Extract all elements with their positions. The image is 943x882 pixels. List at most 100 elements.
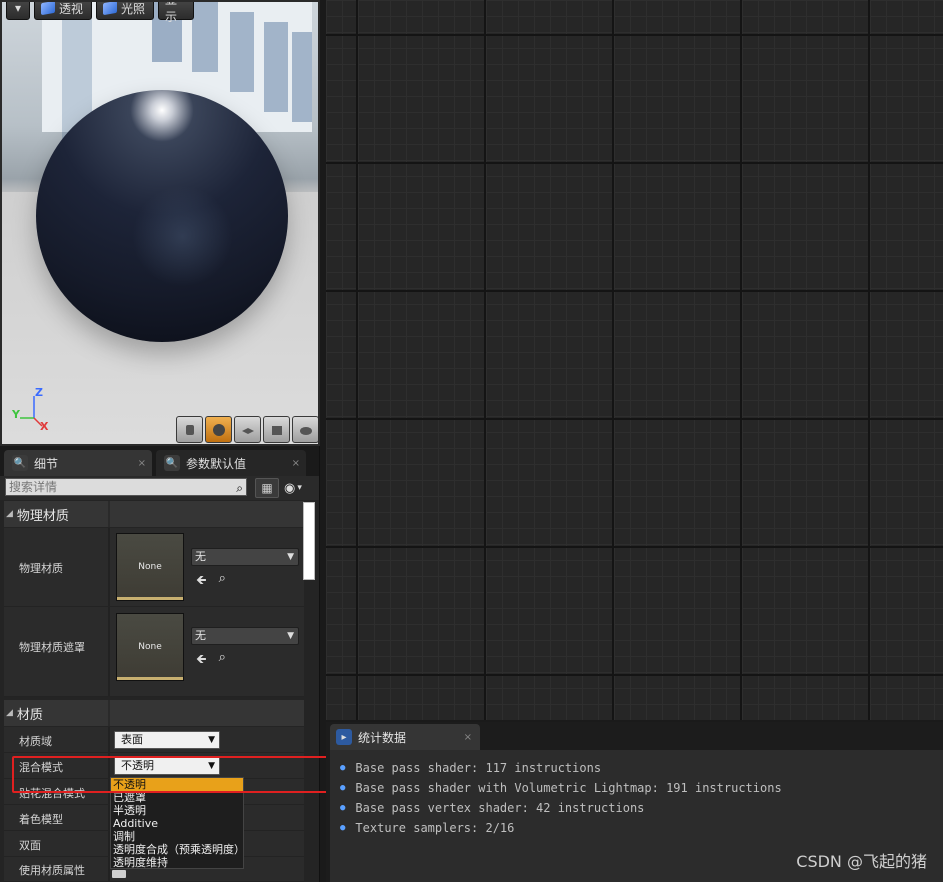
property-label: 使用材质属性 bbox=[19, 864, 85, 877]
asset-action-icons: 🡸 ⌕ bbox=[196, 571, 226, 593]
cylinder-icon bbox=[185, 424, 194, 435]
chevron-down-icon: ▼ bbox=[287, 631, 294, 641]
magnifier-icon: 🔍 bbox=[12, 455, 28, 471]
property-matrix-button[interactable]: ▦ bbox=[255, 478, 279, 498]
property-label: 着色模型 bbox=[19, 813, 63, 826]
property-label: 贴花混合模式 bbox=[19, 787, 85, 800]
stats-panel: ▸ 统计数据 × ● Base pass shader: 117 instruct… bbox=[326, 722, 943, 882]
blend-mode-options-list: 不透明 已遮罩 半透明 Additive 调制 透明度合成（预乘透明度） 透明度… bbox=[110, 777, 245, 869]
chevron-down-icon: ▼ bbox=[208, 761, 215, 771]
chevron-down-icon: ▼ bbox=[208, 735, 215, 745]
cylinder-shape-button[interactable] bbox=[176, 416, 203, 443]
material-preview-viewport[interactable]: ▾ 透视 光照 显示 Z Y X bbox=[0, 0, 320, 446]
lighting-cube-icon bbox=[103, 2, 117, 16]
bullet-icon: ● bbox=[340, 783, 346, 793]
building-window bbox=[230, 12, 254, 92]
blend-mode-dropdown[interactable]: 不透明 ▼ bbox=[114, 757, 220, 775]
building-window bbox=[192, 2, 218, 72]
bullet-icon: ● bbox=[340, 763, 346, 773]
physical-material-combo[interactable]: 无 ▼ bbox=[191, 548, 299, 566]
preview-sphere bbox=[36, 90, 288, 342]
stat-line: ● Base pass shader: 117 instructions bbox=[340, 758, 933, 778]
use-selected-arrow-icon[interactable]: 🡸 bbox=[196, 650, 207, 672]
column-splitter[interactable] bbox=[108, 607, 110, 696]
details-panel: 🔍 细节 × 🔍 参数默认值 × 搜索详情 ⌕ ▦ ◉ ▾ ◢ 物理材质 物理材… bbox=[0, 446, 320, 882]
blend-option[interactable]: 透明度合成（预乘透明度） bbox=[111, 843, 245, 856]
sphere-shape-button[interactable] bbox=[205, 416, 232, 443]
view-options-button[interactable]: ◉ ▾ bbox=[284, 478, 316, 498]
eye-icon: ◉ bbox=[284, 480, 296, 496]
preview-shape-toolbar bbox=[176, 416, 318, 443]
cube-icon bbox=[271, 425, 282, 435]
stat-line: ● Texture samplers: 2/16 bbox=[340, 818, 933, 838]
plane-icon bbox=[241, 427, 254, 434]
tab-parameter-defaults[interactable]: 🔍 参数默认值 × bbox=[156, 450, 306, 476]
use-material-attributes-checkbox[interactable] bbox=[112, 870, 126, 878]
custom-mesh-shape-button[interactable] bbox=[292, 416, 318, 443]
material-domain-dropdown[interactable]: 表面 ▼ bbox=[114, 731, 220, 749]
teapot-icon bbox=[299, 426, 312, 435]
blend-option[interactable]: 半透明 bbox=[111, 804, 243, 817]
plane-shape-button[interactable] bbox=[234, 416, 261, 443]
expand-triangle-icon: ◢ bbox=[6, 509, 13, 519]
bullet-icon: ● bbox=[340, 803, 346, 813]
axis-z-label: Z bbox=[35, 386, 43, 399]
lighting-button[interactable]: 光照 bbox=[96, 2, 154, 20]
stat-line: ● Base pass vertex shader: 42 instruction… bbox=[340, 798, 933, 818]
details-tab-bar: 🔍 细节 × 🔍 参数默认值 × bbox=[0, 446, 319, 476]
property-label: 混合模式 bbox=[19, 761, 63, 774]
building-window bbox=[292, 32, 312, 122]
perspective-cube-icon bbox=[41, 2, 55, 16]
category-material[interactable]: ◢ 材质 bbox=[4, 700, 304, 726]
property-row-material-domain: 材质域 表面 ▼ bbox=[4, 727, 304, 753]
tab-details[interactable]: 🔍 细节 × bbox=[4, 450, 152, 476]
sphere-icon bbox=[212, 423, 225, 436]
column-splitter[interactable] bbox=[108, 700, 110, 726]
blend-option[interactable]: Additive bbox=[111, 817, 243, 830]
details-search-input[interactable]: 搜索详情 ⌕ bbox=[5, 478, 247, 496]
physical-material-mask-thumbnail[interactable]: None bbox=[116, 613, 184, 681]
details-search-row: 搜索详情 ⌕ ▦ ◉ ▾ bbox=[0, 476, 319, 500]
material-graph-canvas[interactable] bbox=[326, 0, 943, 720]
blend-option[interactable]: 不透明 bbox=[111, 778, 243, 791]
cube-shape-button[interactable] bbox=[263, 416, 290, 443]
chevron-down-icon: ▾ bbox=[297, 483, 302, 493]
property-label: 物理材质遮罩 bbox=[19, 641, 85, 654]
expand-triangle-icon: ◢ bbox=[6, 708, 13, 718]
chevron-down-icon: ▼ bbox=[287, 552, 294, 562]
use-selected-arrow-icon[interactable]: 🡸 bbox=[196, 571, 207, 593]
tab-stats[interactable]: ▸ 统计数据 × bbox=[330, 724, 480, 750]
viewport-menu-button[interactable]: ▾ bbox=[6, 2, 30, 20]
axis-x-label: X bbox=[40, 420, 49, 433]
tab-close-icon[interactable]: × bbox=[464, 732, 472, 743]
browse-search-icon[interactable]: ⌕ bbox=[219, 571, 226, 593]
tab-close-icon[interactable]: × bbox=[138, 458, 146, 469]
stat-line: ● Base pass shader with Volumetric Lightm… bbox=[340, 778, 933, 798]
bullet-icon: ● bbox=[340, 823, 346, 833]
asset-action-icons: 🡸 ⌕ bbox=[196, 650, 226, 672]
property-label: 材质域 bbox=[19, 735, 52, 748]
blend-option[interactable]: 透明度维持 bbox=[111, 856, 243, 869]
details-scrollbar[interactable] bbox=[303, 502, 315, 580]
property-row-physical-material: 物理材质 None 无 ▼ 🡸 ⌕ bbox=[4, 528, 304, 607]
browse-search-icon[interactable]: ⌕ bbox=[219, 650, 226, 672]
column-splitter[interactable] bbox=[108, 727, 110, 752]
axis-y-label: Y bbox=[12, 408, 20, 421]
physical-material-mask-combo[interactable]: 无 ▼ bbox=[191, 627, 299, 645]
category-physical-material[interactable]: ◢ 物理材质 bbox=[4, 501, 304, 527]
property-label: 双面 bbox=[19, 839, 41, 852]
perspective-button[interactable]: 透视 bbox=[34, 2, 92, 20]
watermark: CSDN @飞起的猪 bbox=[796, 852, 927, 871]
tab-close-icon[interactable]: × bbox=[292, 458, 300, 469]
physical-material-thumbnail[interactable]: None bbox=[116, 533, 184, 601]
blend-option[interactable]: 已遮罩 bbox=[111, 791, 243, 804]
column-splitter[interactable] bbox=[108, 753, 110, 778]
search-icon[interactable]: ⌕ bbox=[236, 480, 243, 496]
show-button[interactable]: 显示 bbox=[158, 2, 194, 24]
column-splitter[interactable] bbox=[108, 528, 110, 606]
property-row-blend-mode: 混合模式 不透明 ▼ bbox=[4, 753, 304, 779]
magnifier-icon: 🔍 bbox=[164, 455, 180, 471]
column-splitter[interactable] bbox=[108, 501, 110, 527]
property-row-physical-material-mask: 物理材质遮罩 None 无 ▼ 🡸 ⌕ bbox=[4, 607, 304, 697]
blend-option[interactable]: 调制 bbox=[111, 830, 243, 843]
